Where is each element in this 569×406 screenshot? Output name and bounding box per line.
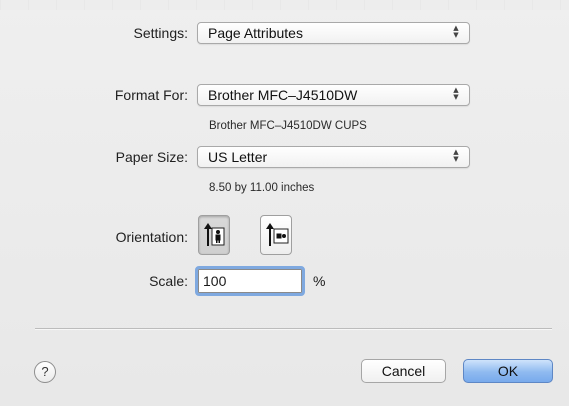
portrait-orientation-button[interactable] bbox=[198, 215, 230, 255]
page-setup-dialog: Settings: Page Attributes ▲ ▼ Format For:… bbox=[0, 0, 569, 406]
help-icon: ? bbox=[41, 364, 49, 379]
dialog-top-edge bbox=[0, 0, 569, 10]
format-for-popup-value: Brother MFC–J4510DW bbox=[208, 87, 358, 103]
footer-separator bbox=[35, 328, 552, 330]
portrait-orientation-icon bbox=[204, 223, 225, 246]
landscape-orientation-icon bbox=[266, 223, 289, 246]
paper-size-popup[interactable]: US Letter ▲ ▼ bbox=[197, 146, 470, 168]
updown-chevron-icon: ▲ ▼ bbox=[453, 86, 459, 101]
format-for-label: Format For: bbox=[114, 87, 188, 103]
scale-unit: % bbox=[313, 273, 326, 289]
settings-popup-value: Page Attributes bbox=[208, 25, 303, 41]
paper-size-popup-value: US Letter bbox=[208, 149, 268, 165]
format-for-popup[interactable]: Brother MFC–J4510DW ▲ ▼ bbox=[197, 84, 470, 106]
help-button[interactable]: ? bbox=[34, 361, 56, 383]
cancel-button[interactable]: Cancel bbox=[361, 359, 446, 383]
scale-input[interactable]: 100 bbox=[195, 266, 305, 296]
settings-popup[interactable]: Page Attributes ▲ ▼ bbox=[197, 22, 470, 44]
paper-size-label: Paper Size: bbox=[115, 149, 188, 165]
updown-chevron-icon: ▲ ▼ bbox=[453, 24, 459, 39]
scale-label: Scale: bbox=[149, 273, 188, 289]
settings-label: Settings: bbox=[133, 25, 188, 41]
paper-size-description: 8.50 by 11.00 inches bbox=[209, 182, 315, 194]
format-for-description: Brother MFC–J4510DW CUPS bbox=[209, 120, 367, 132]
updown-chevron-icon: ▲ ▼ bbox=[453, 148, 459, 163]
ok-button[interactable]: OK bbox=[463, 359, 553, 383]
landscape-orientation-button[interactable] bbox=[260, 215, 292, 255]
orientation-label: Orientation: bbox=[115, 229, 188, 245]
